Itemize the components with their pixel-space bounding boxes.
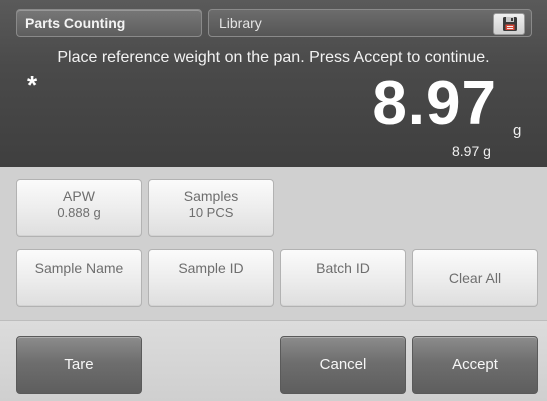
clear-all-button[interactable]: Clear All bbox=[412, 249, 538, 307]
application-mode-label: Parts Counting bbox=[25, 15, 126, 31]
tare-button[interactable]: Tare bbox=[16, 336, 142, 394]
weight-unit: g bbox=[513, 122, 522, 139]
library-button[interactable]: Library bbox=[208, 9, 532, 37]
batch-id-button[interactable]: Batch ID bbox=[280, 249, 406, 307]
accept-label: Accept bbox=[452, 356, 498, 373]
cancel-label: Cancel bbox=[319, 356, 367, 373]
batch-id-label: Batch ID bbox=[316, 260, 370, 276]
apw-label: APW bbox=[63, 188, 95, 204]
sample-name-button[interactable]: Sample Name bbox=[16, 249, 142, 307]
accept-button[interactable]: Accept bbox=[412, 336, 538, 394]
clear-all-label: Clear All bbox=[448, 270, 502, 286]
floppy-disk-icon[interactable] bbox=[493, 13, 525, 35]
instruction-text: Place reference weight on the pan. Press… bbox=[57, 49, 490, 66]
samples-label: Samples bbox=[183, 188, 239, 204]
apw-value: 0.888 g bbox=[57, 205, 101, 220]
action-bar: Tare Cancel Accept bbox=[0, 320, 547, 401]
stability-indicator: * bbox=[27, 70, 38, 100]
samples-button[interactable]: Samples 10 PCS bbox=[148, 179, 274, 237]
tare-label: Tare bbox=[64, 356, 94, 373]
samples-value: 10 PCS bbox=[188, 205, 234, 220]
header-bar: Parts Counting Library bbox=[0, 0, 547, 44]
weight-display: Parts Counting Library Place reference w… bbox=[0, 0, 547, 167]
sample-id-label: Sample ID bbox=[178, 260, 244, 276]
application-mode-button[interactable]: Parts Counting bbox=[16, 9, 202, 37]
library-label: Library bbox=[219, 15, 262, 31]
primary-weight-value: 8.97 bbox=[372, 69, 497, 138]
sample-name-label: Sample Name bbox=[34, 260, 124, 276]
cancel-button[interactable]: Cancel bbox=[280, 336, 406, 394]
sample-id-button[interactable]: Sample ID bbox=[148, 249, 274, 307]
apw-button[interactable]: APW 0.888 g bbox=[16, 179, 142, 237]
parameter-panel: APW 0.888 g Samples 10 PCS Sample Name S… bbox=[0, 167, 547, 320]
secondary-weight-value: 8.97 g bbox=[452, 143, 491, 159]
